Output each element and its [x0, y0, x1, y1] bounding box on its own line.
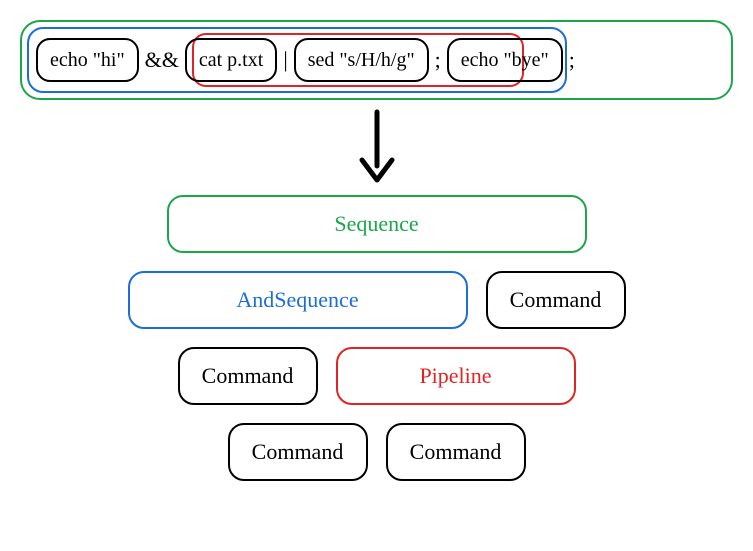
node-command-3: Command — [228, 423, 368, 481]
operator-pipe: | — [283, 47, 287, 73]
cmd-sed: sed "s/H/h/g" — [294, 38, 429, 82]
node-command-4: Command — [386, 423, 526, 481]
cmd-echo-bye: echo "bye" — [447, 38, 563, 82]
command-line-diagram: echo "hi" && cat p.txt | sed "s/H/h/g" ;… — [20, 20, 733, 100]
node-pipeline: Pipeline — [336, 347, 576, 405]
operator-and: && — [145, 47, 179, 73]
down-arrow-icon — [354, 108, 400, 186]
node-sequence: Sequence — [167, 195, 587, 253]
node-command-1: Command — [486, 271, 626, 329]
node-and-sequence: AndSequence — [128, 271, 468, 329]
cmd-cat: cat p.txt — [185, 38, 277, 82]
node-command-2: Command — [178, 347, 318, 405]
parse-tree: Sequence AndSequence Command Command Pip… — [0, 195, 753, 499]
tree-row-1: Sequence — [0, 195, 753, 253]
tree-row-2: AndSequence Command — [0, 271, 753, 329]
tree-row-3: Command Pipeline — [0, 347, 753, 405]
operator-semicolon-1: ; — [435, 47, 441, 73]
tree-row-4: Command Command — [0, 423, 753, 481]
cmd-echo-hi: echo "hi" — [36, 38, 139, 82]
operator-semicolon-2: ; — [569, 47, 575, 73]
command-row: echo "hi" && cat p.txt | sed "s/H/h/g" ;… — [36, 38, 581, 82]
